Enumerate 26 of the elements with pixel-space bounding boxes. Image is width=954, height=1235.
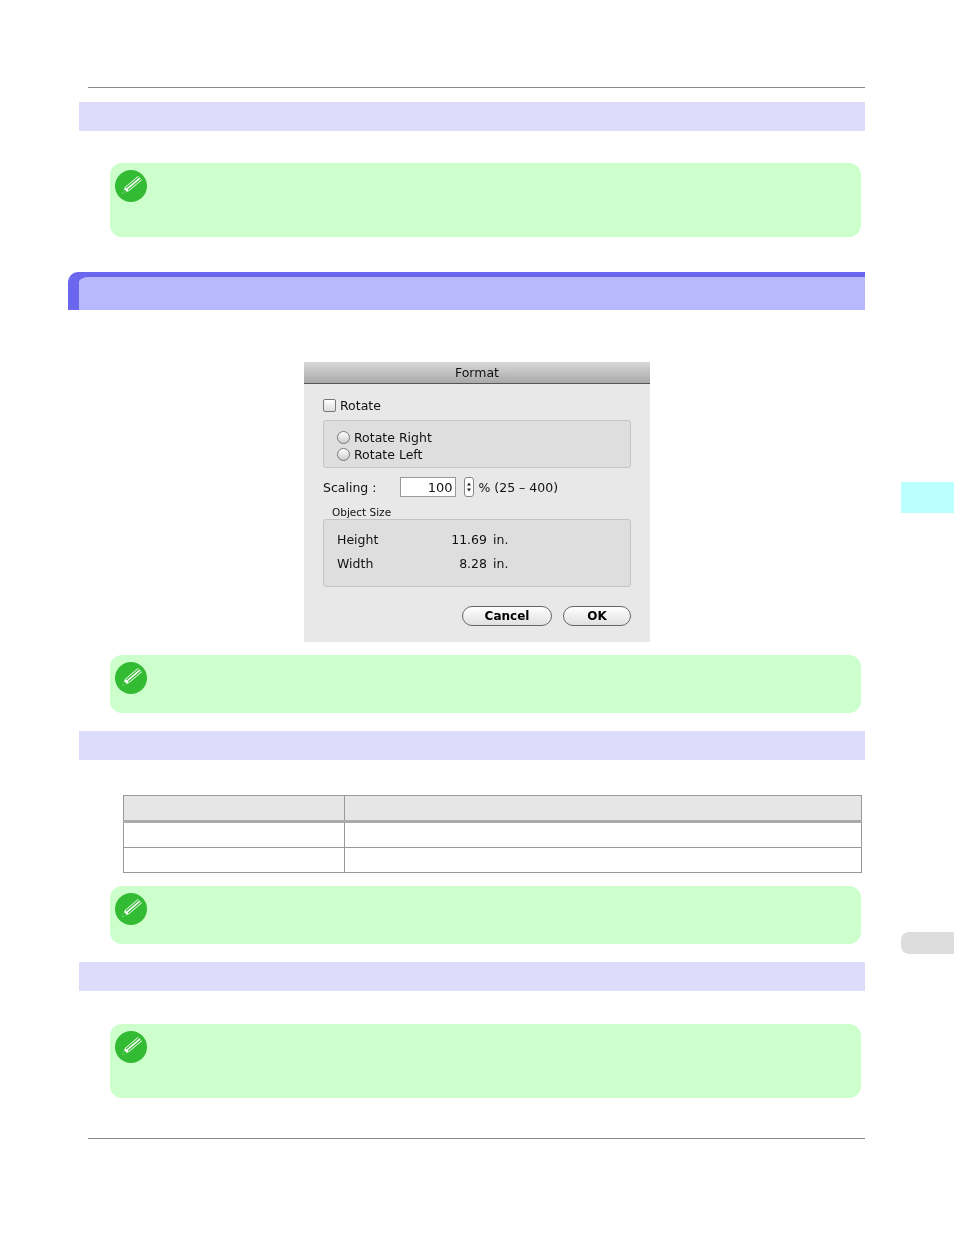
checkbox-label: Rotate bbox=[340, 398, 381, 413]
cancel-button[interactable]: Cancel bbox=[462, 606, 552, 626]
pencil-note-icon bbox=[114, 892, 148, 926]
ok-button[interactable]: OK bbox=[563, 606, 631, 626]
stepper-icon[interactable] bbox=[464, 477, 475, 497]
side-thumb-tab[interactable] bbox=[901, 482, 954, 513]
unit-label: in. bbox=[493, 556, 510, 573]
radio-label: Rotate Right bbox=[354, 430, 432, 445]
radio-label: Rotate Left bbox=[354, 447, 423, 462]
radio-button[interactable] bbox=[337, 431, 350, 444]
size-label: Height bbox=[337, 532, 380, 549]
size-value: 11.69 bbox=[450, 532, 488, 549]
side-thumb-tab[interactable] bbox=[901, 932, 954, 954]
checkbox[interactable] bbox=[323, 399, 336, 412]
radio-button[interactable] bbox=[337, 448, 350, 461]
pencil-note-icon bbox=[114, 661, 148, 695]
unit-label: in. bbox=[493, 532, 510, 549]
dialog-title: Format bbox=[304, 362, 650, 384]
pencil-note-icon bbox=[114, 169, 148, 203]
size-value: 8.28 bbox=[458, 556, 488, 573]
scaling-input-field[interactable]: 100 bbox=[400, 477, 457, 497]
scaling-range-label: % (25 – 400) bbox=[478, 479, 559, 495]
size-label: Width bbox=[337, 556, 375, 573]
scaling-label: Scaling : bbox=[323, 479, 377, 495]
group-title: Object Size bbox=[332, 506, 393, 518]
pencil-note-icon bbox=[114, 1030, 148, 1064]
